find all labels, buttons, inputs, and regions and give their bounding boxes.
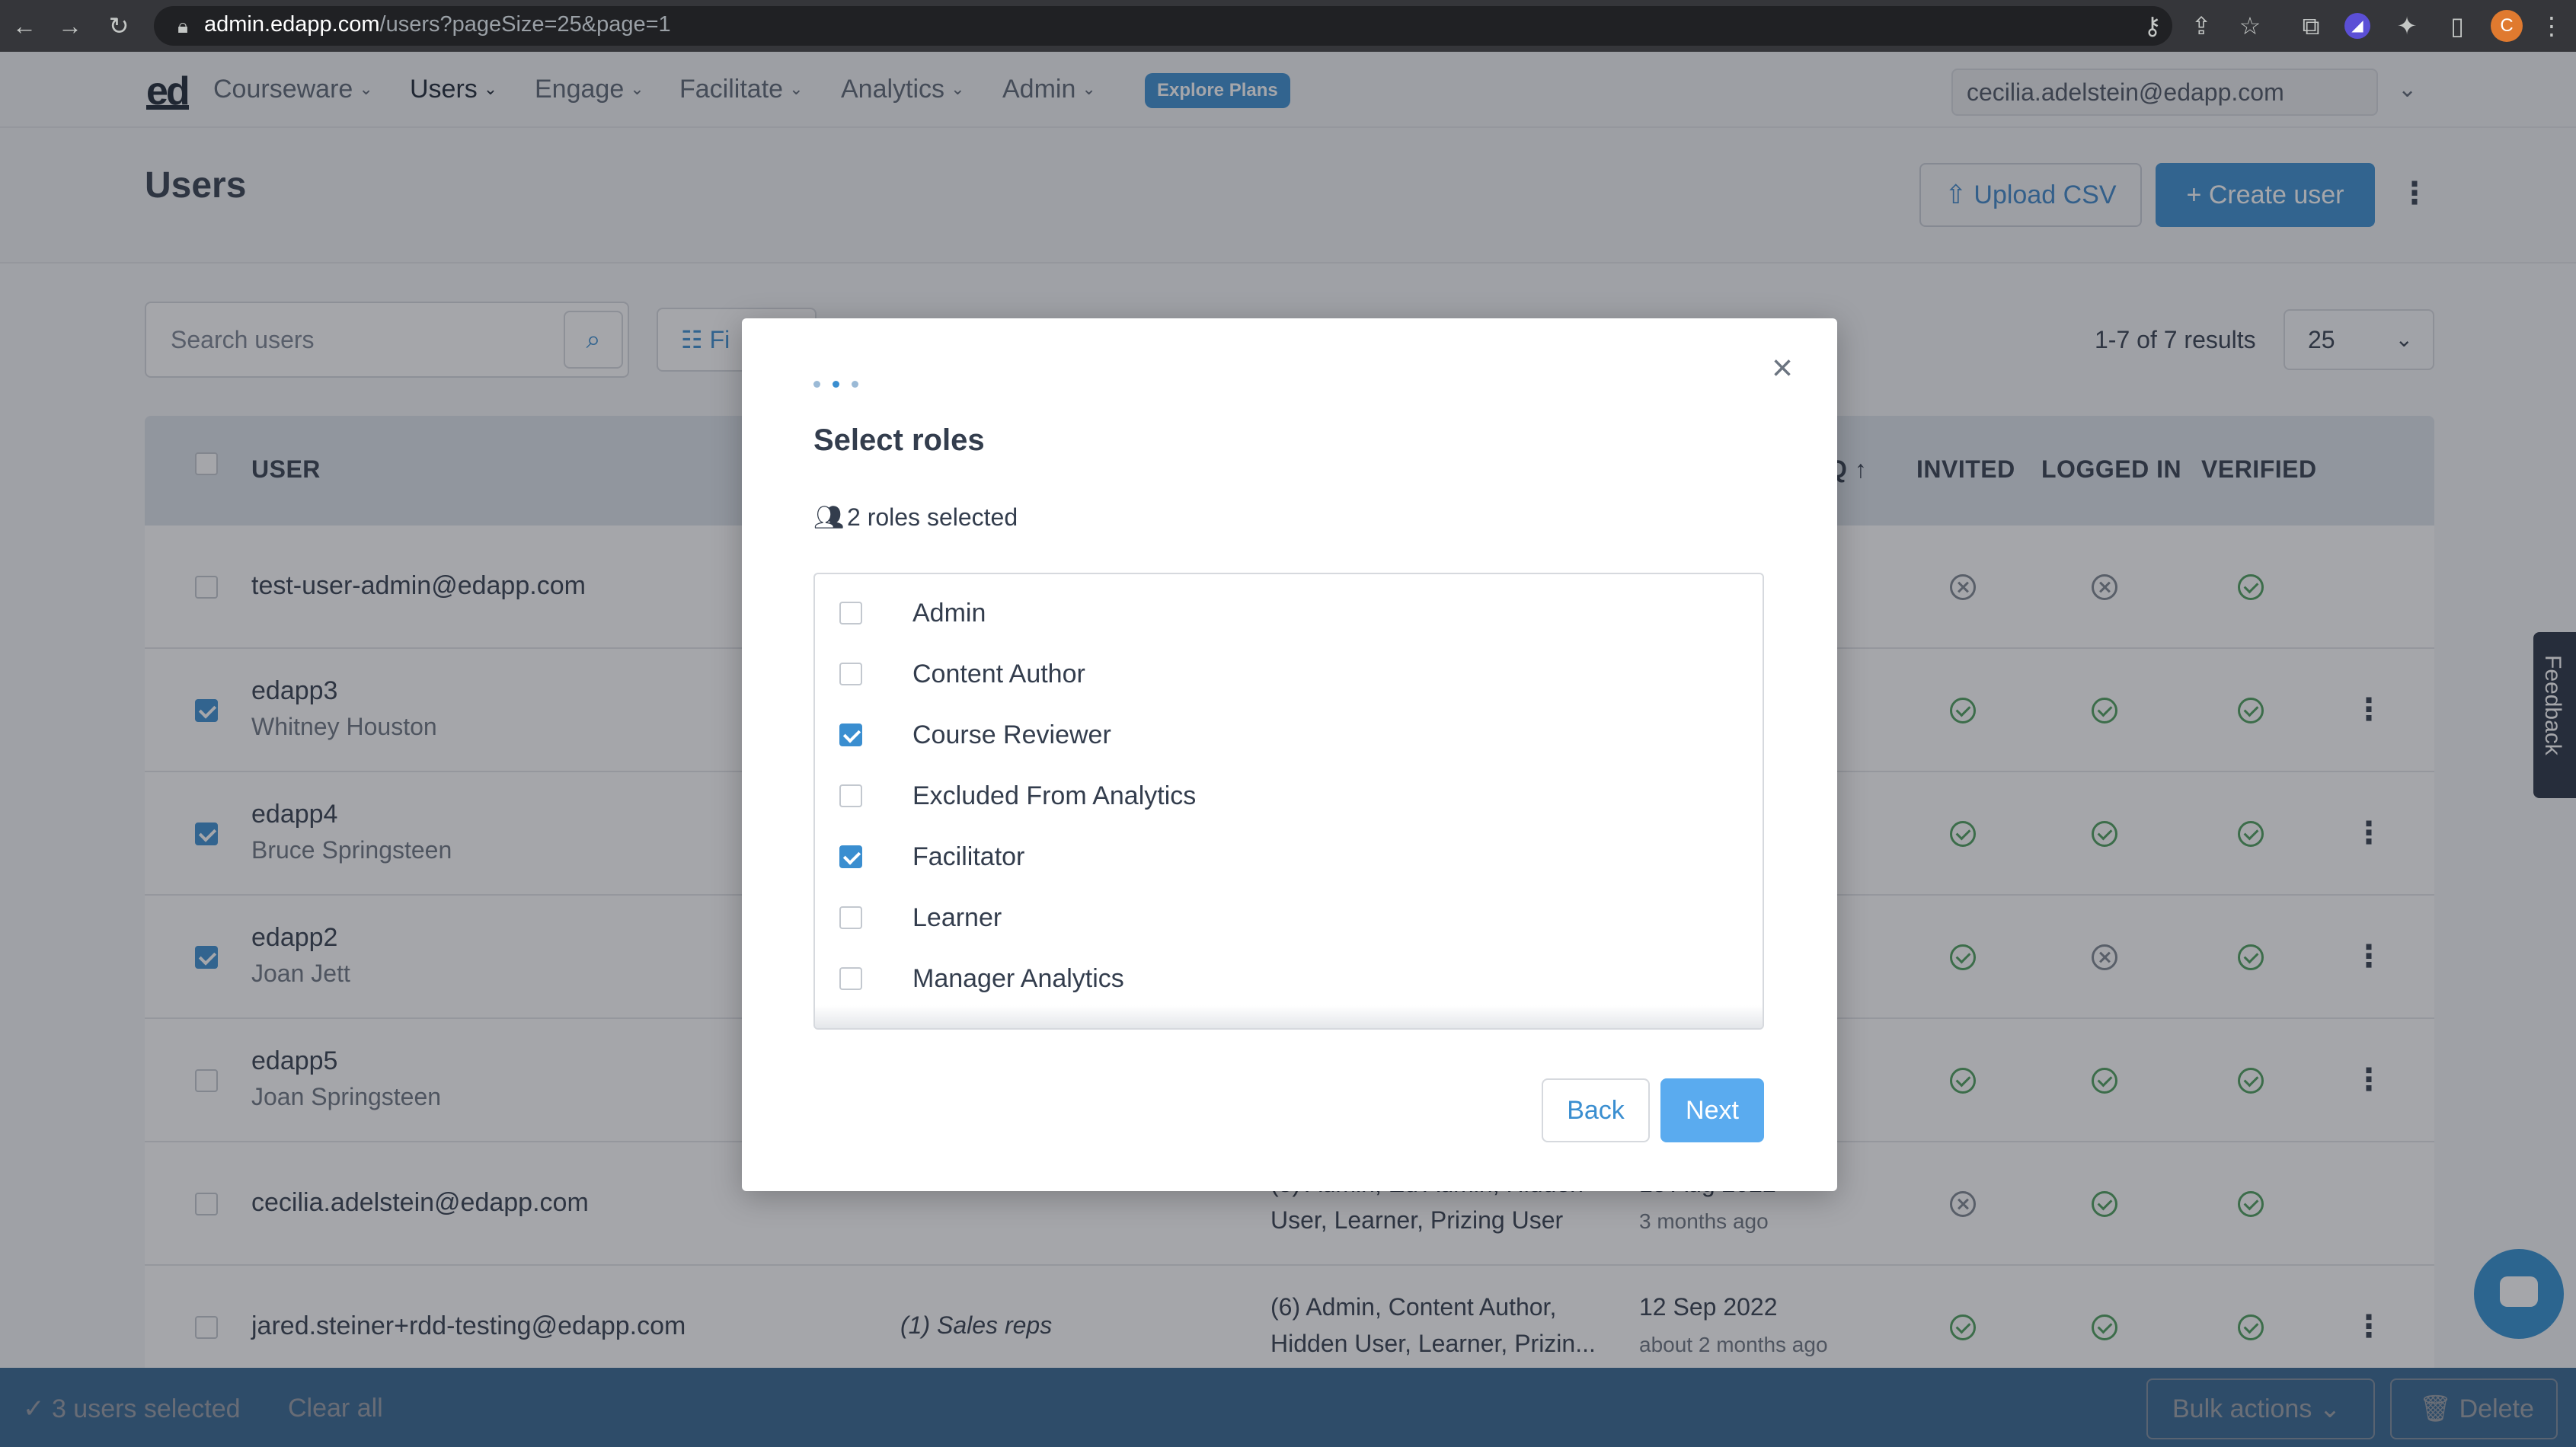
screenshot-icon[interactable]: ⧉ xyxy=(2296,11,2326,41)
profile-avatar[interactable]: C xyxy=(2491,10,2523,42)
role-checkbox[interactable] xyxy=(839,967,862,990)
step-dot-current xyxy=(833,381,839,388)
role-label: Admin xyxy=(912,599,986,628)
reload-icon[interactable]: ↻ xyxy=(104,11,134,41)
roles-selected-label: 2 roles selected xyxy=(847,503,1018,531)
role-label: Learner xyxy=(912,903,1002,932)
modal-title: Select roles xyxy=(813,423,985,457)
key-icon[interactable]: ⚷ xyxy=(2137,11,2168,41)
role-label: Excluded From Analytics xyxy=(912,781,1197,810)
url-path: /users?pageSize=25&page=1 xyxy=(379,12,671,37)
puzzle-icon[interactable]: ✦ xyxy=(2392,11,2422,41)
step-dot xyxy=(852,381,858,388)
step-indicator xyxy=(813,378,871,391)
back-arrow-icon[interactable]: ← xyxy=(9,11,40,41)
forward-arrow-icon[interactable]: → xyxy=(55,11,85,41)
back-button[interactable]: Back xyxy=(1542,1078,1650,1142)
browser-toolbar: ← → ↻ 🔒︎ admin.edapp.com/users?pageSize=… xyxy=(0,0,2576,52)
extension-icon[interactable]: ◢ xyxy=(2344,13,2370,39)
close-icon[interactable]: × xyxy=(1772,350,1793,387)
role-checkbox[interactable] xyxy=(839,906,862,929)
role-checkbox[interactable] xyxy=(839,724,862,746)
roles-selected-count: 👥︎ 2 roles selected xyxy=(813,503,1018,532)
bulk-bar-dim xyxy=(0,1368,2576,1447)
role-label: Facilitator xyxy=(912,842,1025,871)
url-host: admin.edapp.com xyxy=(204,12,380,37)
role-checkbox[interactable] xyxy=(839,845,862,868)
scroll-fade xyxy=(815,1005,1763,1028)
bookmark-star-icon[interactable]: ☆ xyxy=(2235,11,2265,41)
side-panel-icon[interactable]: ▯ xyxy=(2442,11,2472,41)
browser-menu-icon[interactable]: ⋮ xyxy=(2536,11,2567,41)
role-checkbox[interactable] xyxy=(839,663,862,685)
share-icon[interactable]: ⇪ xyxy=(2186,11,2216,41)
url-text[interactable]: admin.edapp.com/users?pageSize=25&page=1 xyxy=(204,12,671,37)
roles-list[interactable]: Admin Content Author Course Reviewer Exclud… xyxy=(813,573,1764,1030)
lock-icon[interactable]: 🔒︎ xyxy=(168,11,198,41)
role-label: Content Author xyxy=(912,660,1085,688)
role-checkbox[interactable] xyxy=(839,602,862,624)
next-button[interactable]: Next xyxy=(1660,1078,1764,1142)
users-icon: 👥︎ xyxy=(813,503,845,531)
role-label: Course Reviewer xyxy=(912,720,1111,749)
role-label: Manager Analytics xyxy=(912,964,1124,993)
select-roles-modal: × Select roles 👥︎ 2 roles selected Admin C… xyxy=(742,318,1837,1191)
step-dot xyxy=(813,381,820,388)
role-checkbox[interactable] xyxy=(839,784,862,807)
